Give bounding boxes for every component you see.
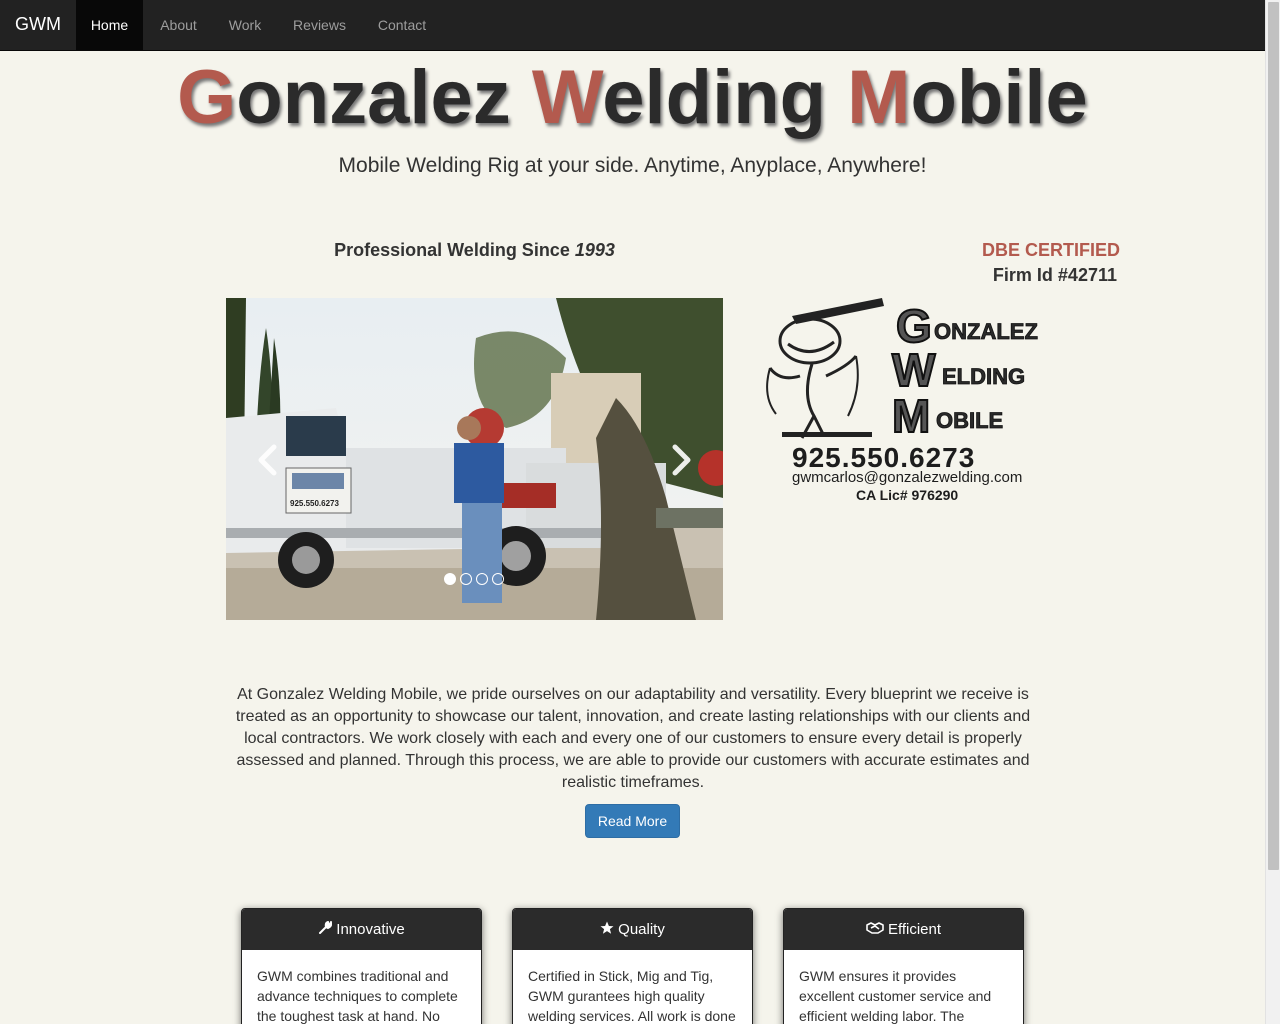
logo-line-gonzalez: ONZALEZ: [934, 319, 1038, 344]
wrench-icon: [319, 921, 333, 934]
card-header: Innovative: [242, 909, 481, 950]
scrollbar-thumb[interactable]: [1268, 2, 1279, 870]
carousel-indicator-1[interactable]: [444, 573, 456, 585]
handshake-icon: [866, 922, 884, 934]
truck-decal-phone: 925.550.6273: [290, 499, 339, 508]
title-word-onzalez: onzalez: [236, 55, 532, 140]
since-text: Professional Welding Since: [334, 240, 575, 260]
title-word-obile: obile: [910, 55, 1088, 140]
company-logo: G W M ONZALEZ ELDING OBILE 925.550.6273 …: [752, 296, 1044, 506]
intro-paragraph: At Gonzalez Welding Mobile, we pride our…: [235, 686, 1031, 791]
card-text: Certified in Stick, Mig and Tig, GWM gur…: [528, 968, 736, 1024]
feature-card-efficient: Efficient GWM ensures it provides excell…: [783, 908, 1024, 1024]
logo-line-welding: ELDING: [942, 364, 1025, 389]
star-icon: [600, 921, 614, 934]
photo-carousel[interactable]: 925.550.6273: [226, 298, 723, 620]
page-scrollbar[interactable]: [1265, 0, 1280, 1024]
dbe-certified-label: DBE CERTIFIED: [981, 240, 1120, 260]
logo-license: CA Lic# 976290: [856, 487, 959, 503]
nav-reviews[interactable]: Reviews: [278, 0, 361, 50]
card-text: GWM ensures it provides excellent custom…: [799, 968, 992, 1024]
carousel-indicators: [444, 573, 504, 585]
chevron-left-icon[interactable]: [252, 443, 282, 477]
chevron-right-icon[interactable]: [667, 443, 697, 477]
read-more-button[interactable]: Read More: [585, 804, 680, 838]
carousel-indicator-4[interactable]: [492, 573, 504, 585]
title-letter-m: M: [847, 55, 911, 140]
feature-card-innovative: Innovative GWM combines traditional and …: [241, 908, 482, 1024]
title-letter-w: W: [531, 55, 603, 140]
card-title: Quality: [618, 921, 665, 938]
firm-id: Firm Id #42711: [992, 265, 1117, 285]
feature-card-quality: Quality Certified in Stick, Mig and Tig,…: [512, 908, 753, 1024]
title-letter-g: G: [177, 55, 237, 140]
carousel-indicator-2[interactable]: [460, 573, 472, 585]
tagline: Mobile Welding Rig at your side. Anytime…: [338, 154, 927, 177]
brand-link[interactable]: GWM: [15, 14, 61, 35]
logo-cap-w: W: [892, 344, 936, 396]
carousel-slide-image: 925.550.6273: [226, 298, 723, 620]
nav-home[interactable]: Home: [76, 0, 143, 50]
nav-work[interactable]: Work: [214, 0, 276, 50]
logo-email: gwmcarlos@gonzalezwelding.com: [792, 469, 1023, 486]
card-text: GWM combines traditional and advance tec…: [257, 968, 458, 1024]
logo-cap-m: M: [892, 390, 930, 442]
logo-line-mobile: OBILE: [936, 408, 1003, 433]
since-year: 1993: [574, 240, 615, 260]
navbar: GWM Home About Work Reviews Contact: [0, 0, 1265, 51]
nav-about[interactable]: About: [145, 0, 212, 50]
card-header: Quality: [513, 909, 752, 950]
card-title: Innovative: [336, 921, 405, 938]
carousel-indicator-3[interactable]: [476, 573, 488, 585]
welder-mascot-logo: G W M ONZALEZ ELDING OBILE: [766, 298, 1038, 443]
since-heading: Professional Welding Since 1993: [226, 240, 723, 261]
site-title: Gonzalez Welding Mobile: [0, 55, 1265, 141]
card-title: Efficient: [887, 921, 942, 938]
title-word-elding: elding: [602, 55, 848, 140]
nav-contact[interactable]: Contact: [363, 0, 441, 50]
card-header: Efficient: [784, 909, 1023, 950]
